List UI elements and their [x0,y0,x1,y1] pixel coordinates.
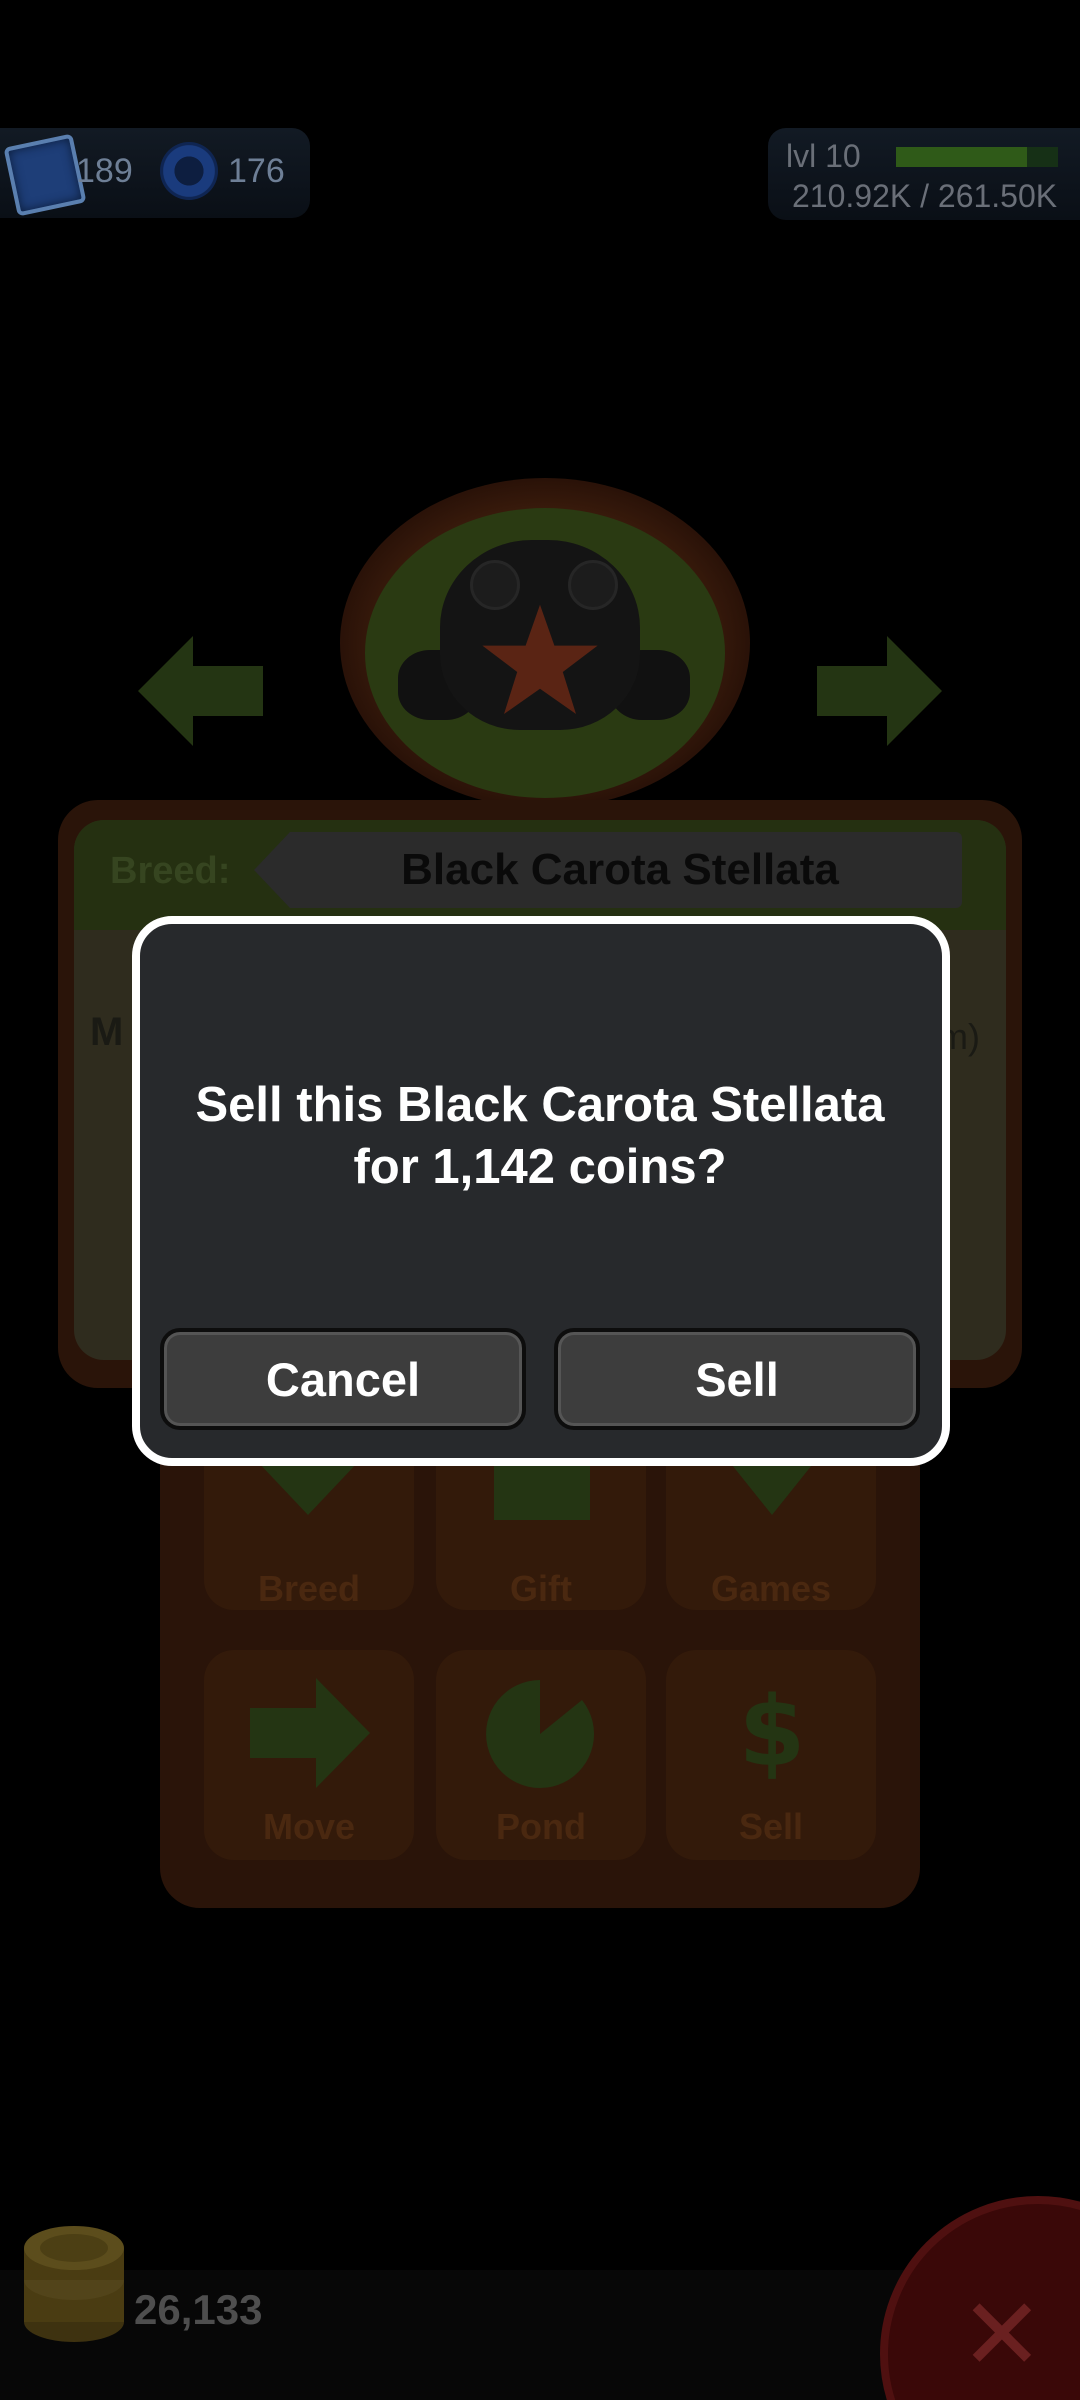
arrow-right-icon [250,1678,370,1788]
games-label: Games [710,1568,832,1609]
level-label: lvl 10 [786,138,861,174]
dialog-message: Sell this Black Carota Stellata for 1,14… [140,1074,940,1198]
coin-stack-icon [24,2226,124,2342]
xp-progress-bar [896,147,1058,167]
ring-count: 176 [228,152,285,190]
confirm-sell-button[interactable]: Sell [554,1328,920,1430]
lilypad-icon [486,1680,595,1788]
xp-progress-fill [896,147,1028,167]
xp-text: 210.92K / 261.50K [792,178,1058,214]
info-text-left: M [90,1010,124,1054]
pond-label: Pond [496,1806,586,1847]
sell-action-label: Sell [738,1806,804,1847]
gift-label: Gift [510,1568,572,1609]
breed-label: Breed: [110,850,231,892]
breed-name: Black Carota Stellata [401,845,839,894]
stamp-count: 189 [76,152,133,190]
coin-count: 26,133 [134,2286,263,2333]
game-screen: 189 176 lvl 10 210.92K / 261.50K Breed: … [0,0,1080,2400]
cancel-button[interactable]: Cancel [160,1328,526,1430]
ring-icon [160,142,218,200]
dialog-message-line1: Sell this Black Carota Stellata [195,1078,885,1132]
breed-label: Breed [257,1568,361,1609]
star-marking-icon [482,604,598,714]
dialog-message-line2: for 1,142 coins? [353,1140,727,1194]
dollar-icon: $ [738,1676,806,1788]
previous-frog-arrow-icon[interactable] [138,636,268,746]
move-label: Move [262,1806,356,1847]
close-icon[interactable]: ✕ [960,2276,1044,2393]
next-frog-arrow-icon[interactable] [812,636,942,746]
stamp-icon [3,133,87,217]
